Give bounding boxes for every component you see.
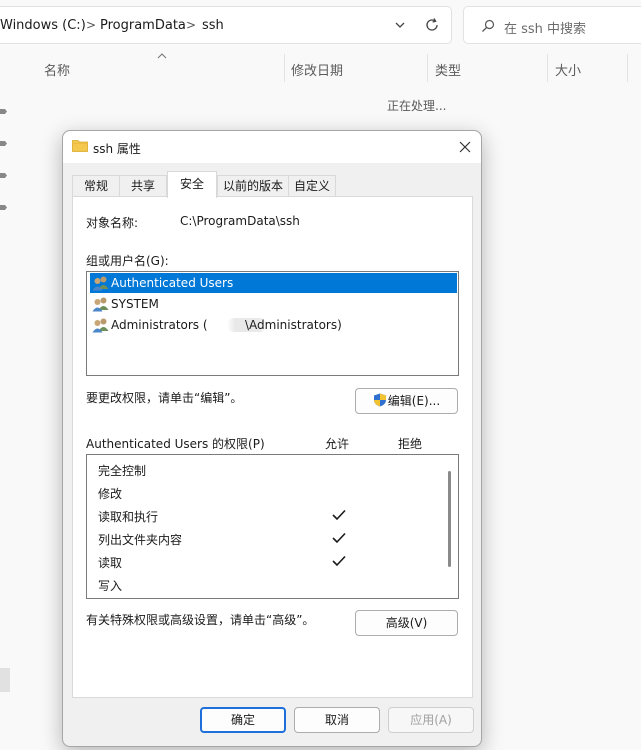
edit-button-label: 编辑(E)... — [387, 394, 441, 408]
ok-button[interactable]: 确定 — [200, 707, 286, 733]
column-divider[interactable] — [284, 54, 285, 82]
user-label-suffix: \Administrators) — [245, 318, 342, 332]
refresh-icon[interactable] — [424, 17, 440, 33]
pin-icon — [0, 141, 7, 146]
cancel-button[interactable]: 取消 — [294, 707, 380, 733]
breadcrumb-drive[interactable]: Windows (C:) — [0, 18, 86, 33]
dialog-titlebar[interactable]: ssh 属性 — [63, 131, 481, 163]
object-name-value: C:\ProgramData\ssh — [180, 214, 300, 228]
permission-name: 列出文件夹内容 — [98, 533, 183, 547]
advanced-hint: 有关特殊权限或高级设置，请单击“高级”。 — [86, 613, 315, 627]
status-text: 正在处理... — [387, 99, 447, 113]
allow-check-icon — [332, 509, 346, 521]
permission-row: 读取和执行 — [87, 504, 445, 527]
permissions-scrollbar[interactable] — [448, 471, 451, 567]
dialog-title: ssh 属性 — [93, 142, 141, 156]
user-row-administrators[interactable]: Administrators ( \Administrators) — [90, 315, 457, 335]
breadcrumb-programdata[interactable]: ProgramData — [100, 18, 186, 33]
object-name-label: 对象名称: — [86, 216, 139, 230]
apply-button[interactable]: 应用(A) — [388, 707, 474, 733]
edit-button[interactable]: 编辑(E)... — [355, 388, 458, 414]
user-list[interactable]: Authenticated Users SYSTEM Administrator… — [86, 271, 459, 376]
advanced-button[interactable]: 高级(V) — [355, 610, 458, 636]
column-divider[interactable] — [627, 54, 628, 82]
permission-name: 完全控制 — [98, 464, 147, 478]
users-group-icon — [92, 297, 109, 312]
permission-name: 读取和执行 — [98, 510, 159, 524]
breadcrumb-separator[interactable]: > — [86, 18, 96, 32]
permission-name: 写入 — [98, 579, 123, 593]
column-header-modified[interactable]: 修改日期 — [291, 60, 343, 79]
search-input[interactable]: 在 ssh 中搜索 — [463, 6, 641, 44]
pin-icon — [0, 173, 7, 178]
close-icon — [459, 141, 471, 153]
column-divider[interactable] — [427, 54, 428, 82]
nav-scrollbar[interactable] — [0, 668, 10, 692]
users-group-icon — [92, 276, 109, 291]
breadcrumb-separator[interactable]: > — [186, 18, 196, 32]
allow-check-icon — [332, 555, 346, 567]
user-row-authenticated-users[interactable]: Authenticated Users — [90, 273, 457, 293]
column-header-name[interactable]: 名称 — [44, 60, 70, 79]
tab-general[interactable]: 常规 — [72, 175, 120, 197]
change-hint: 要更改权限，请单击“编辑”。 — [86, 391, 243, 405]
user-label: Authenticated Users — [111, 276, 234, 290]
tab-security[interactable]: 安全 — [167, 171, 217, 198]
search-placeholder: 在 ssh 中搜索 — [504, 22, 587, 37]
allow-check-icon — [332, 532, 346, 544]
user-label: SYSTEM — [111, 297, 159, 311]
column-divider[interactable] — [547, 54, 548, 82]
chevron-down-icon[interactable] — [393, 18, 407, 32]
tab-customize[interactable]: 自定义 — [288, 175, 336, 197]
users-group-icon — [92, 318, 109, 333]
close-button[interactable] — [449, 131, 481, 163]
column-header-size[interactable]: 大小 — [555, 60, 581, 79]
allow-header: 允许 — [325, 437, 350, 451]
permissions-header: Authenticated Users 的权限(P) — [86, 437, 265, 451]
permission-row: 修改 — [87, 481, 445, 504]
address-bar[interactable]: Windows (C:) > ProgramData > ssh — [0, 6, 452, 44]
group-list-label: 组或用户名(G): — [86, 254, 169, 268]
permission-name: 读取 — [98, 556, 123, 570]
breadcrumb-ssh[interactable]: ssh — [202, 18, 224, 33]
permissions-list[interactable]: 完全控制 修改 读取和执行 列出文件夹内容 读取 写入 — [86, 454, 459, 599]
tab-sharing[interactable]: 共享 — [119, 175, 167, 197]
column-header-type[interactable]: 类型 — [435, 60, 461, 79]
properties-dialog: ssh 属性 常规 共享 安全 以前的版本 自定义 对象名称: C:\Progr… — [62, 130, 482, 747]
permission-row: 读取 — [87, 550, 445, 573]
permission-row: 完全控制 — [87, 458, 445, 481]
folder-icon — [72, 140, 88, 152]
user-row-system[interactable]: SYSTEM — [90, 294, 457, 314]
pin-icon — [0, 109, 7, 114]
sort-up-icon — [157, 53, 167, 59]
user-label: Administrators ( — [111, 318, 208, 332]
search-icon — [482, 19, 495, 32]
permission-name: 修改 — [98, 487, 123, 501]
tab-previous-versions[interactable]: 以前的版本 — [217, 175, 289, 197]
pin-icon — [0, 205, 7, 210]
permission-row: 写入 — [87, 573, 445, 596]
uac-shield-icon — [373, 393, 386, 407]
permission-row: 列出文件夹内容 — [87, 527, 445, 550]
deny-header: 拒绝 — [398, 437, 423, 451]
